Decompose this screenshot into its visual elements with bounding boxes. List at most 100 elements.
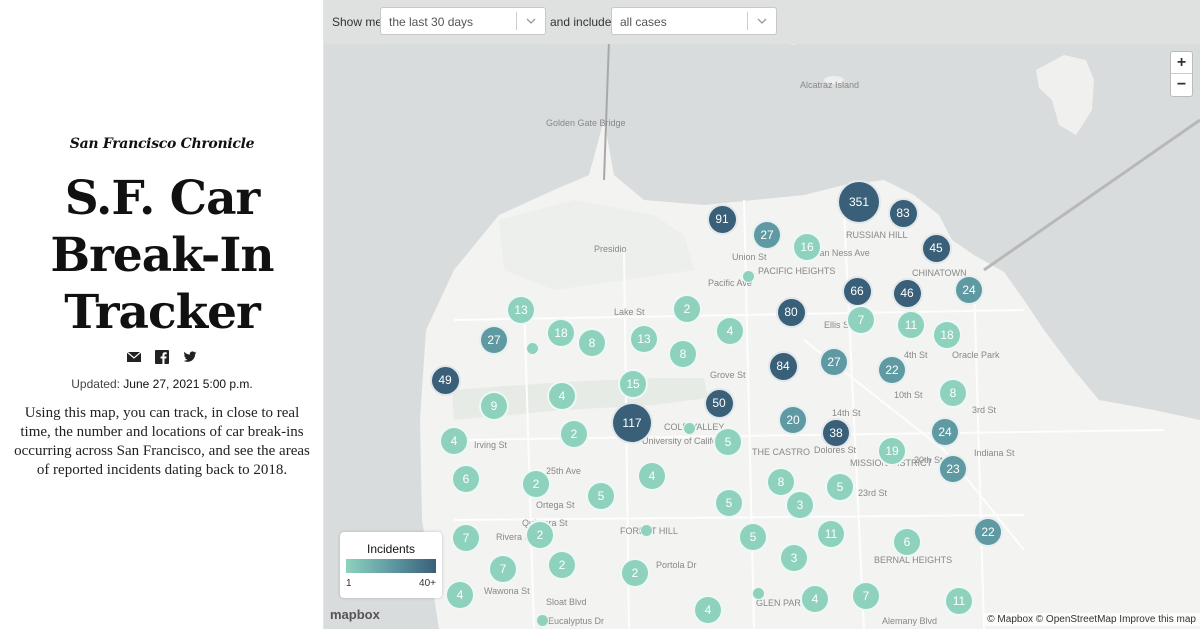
- cluster-marker[interactable]: 3: [779, 543, 809, 573]
- cluster-marker[interactable]: 351: [837, 180, 881, 224]
- cluster-marker[interactable]: 2: [525, 520, 555, 550]
- cluster-marker[interactable]: 24: [954, 275, 984, 305]
- cluster-marker[interactable]: 13: [629, 324, 659, 354]
- cluster-marker[interactable]: 24: [930, 417, 960, 447]
- cluster-marker[interactable]: 83: [887, 197, 919, 229]
- cluster-marker[interactable]: 6: [892, 527, 922, 557]
- cluster-marker[interactable]: 7: [451, 523, 481, 553]
- cluster-marker[interactable]: 8: [938, 378, 968, 408]
- cluster-marker[interactable]: 20: [778, 405, 808, 435]
- cluster-marker[interactable]: 117: [611, 402, 653, 444]
- updated-line: Updated: June 27, 2021 5:00 p.m.: [0, 377, 324, 391]
- cluster-marker[interactable]: 11: [944, 586, 974, 616]
- cluster-marker[interactable]: 46: [891, 277, 923, 309]
- map-label: Lake St: [614, 307, 645, 317]
- cluster-marker[interactable]: 4: [547, 381, 577, 411]
- map-label: 3rd St: [972, 405, 997, 415]
- cluster-marker[interactable]: 7: [488, 554, 518, 584]
- brand-logo[interactable]: San Francisco Chronicle: [0, 136, 324, 152]
- cluster-marker[interactable]: 19: [877, 436, 907, 466]
- incident-dot[interactable]: [683, 422, 696, 435]
- cluster-marker[interactable]: 7: [846, 305, 876, 335]
- incident-dot[interactable]: [536, 614, 549, 627]
- mapbox-logo[interactable]: mapbox: [330, 607, 380, 622]
- cluster-marker[interactable]: 4: [715, 316, 745, 346]
- cluster-marker[interactable]: 4: [439, 426, 469, 456]
- cluster-marker[interactable]: 18: [932, 320, 962, 350]
- cluster-marker[interactable]: 13: [506, 295, 536, 325]
- cluster-marker[interactable]: 11: [816, 519, 846, 549]
- cluster-marker[interactable]: 16: [792, 232, 822, 262]
- map-label: Sloat Blvd: [546, 597, 587, 607]
- email-icon[interactable]: [126, 350, 142, 364]
- cluster-marker[interactable]: 4: [693, 595, 723, 625]
- cluster-marker[interactable]: 4: [637, 461, 667, 491]
- cluster-marker[interactable]: 27: [752, 220, 782, 250]
- cluster-marker[interactable]: 11: [896, 310, 926, 340]
- share-bar: [0, 350, 324, 364]
- cluster-marker[interactable]: 7: [851, 581, 881, 611]
- cases-select-value: all cases: [620, 15, 667, 29]
- cluster-marker[interactable]: 50: [703, 387, 735, 419]
- cluster-marker[interactable]: 22: [877, 355, 907, 385]
- map-label: 23rd St: [858, 488, 888, 498]
- incident-dot[interactable]: [742, 270, 755, 283]
- show-me-label: Show me: [332, 15, 383, 29]
- period-select[interactable]: the last 30 days: [380, 7, 546, 35]
- cluster-marker[interactable]: 5: [714, 488, 744, 518]
- period-select-value: the last 30 days: [389, 15, 474, 29]
- cluster-marker[interactable]: 45: [920, 232, 952, 264]
- cluster-marker[interactable]: 4: [800, 584, 830, 614]
- zoom-in-button[interactable]: +: [1171, 52, 1192, 74]
- cluster-marker[interactable]: 27: [479, 325, 509, 355]
- incident-dot[interactable]: [752, 587, 765, 600]
- cluster-marker[interactable]: 22: [973, 517, 1003, 547]
- cluster-marker[interactable]: 18: [546, 318, 576, 348]
- cluster-marker[interactable]: 5: [586, 481, 616, 511]
- cluster-marker[interactable]: 5: [713, 427, 743, 457]
- cluster-marker[interactable]: 2: [620, 558, 650, 588]
- map-label: BERNAL HEIGHTS: [874, 555, 953, 565]
- updated-value: June 27, 2021 5:00 p.m.: [123, 377, 253, 391]
- incident-dot[interactable]: [640, 524, 653, 537]
- cluster-marker[interactable]: 2: [672, 294, 702, 324]
- cluster-marker[interactable]: 5: [738, 522, 768, 552]
- cluster-marker[interactable]: 23: [938, 454, 968, 484]
- cluster-marker[interactable]: 66: [841, 275, 873, 307]
- map-label: Alcatraz Island: [800, 80, 860, 90]
- map[interactable]: Alcatraz Island Golden Gate Bridge Presi…: [324, 0, 1200, 629]
- cluster-marker[interactable]: 2: [559, 419, 589, 449]
- zoom-out-button[interactable]: −: [1171, 74, 1192, 96]
- twitter-icon[interactable]: [183, 350, 197, 364]
- intro-text: Using this map, you can track, in close …: [14, 405, 310, 478]
- cluster-marker[interactable]: 80: [775, 296, 807, 328]
- map-attribution[interactable]: © Mapbox © OpenStreetMap Improve this ma…: [983, 613, 1200, 626]
- cluster-marker[interactable]: 49: [429, 364, 461, 396]
- cluster-marker[interactable]: 27: [819, 347, 849, 377]
- chevron-down-icon: [757, 18, 767, 24]
- cluster-marker[interactable]: 8: [668, 339, 698, 369]
- cluster-marker[interactable]: 2: [547, 550, 577, 580]
- map-label: Union St: [732, 252, 767, 262]
- cluster-marker[interactable]: 15: [618, 369, 648, 399]
- facebook-icon[interactable]: [155, 350, 169, 364]
- map-label: Wawona St: [484, 586, 530, 596]
- cluster-marker[interactable]: 5: [825, 472, 855, 502]
- cluster-marker[interactable]: 8: [577, 328, 607, 358]
- map-label: CHINATOWN: [912, 268, 967, 278]
- cases-select[interactable]: all cases: [611, 7, 777, 35]
- cluster-marker[interactable]: 4: [445, 580, 475, 610]
- map-label: Ortega St: [536, 500, 575, 510]
- incident-dot[interactable]: [526, 342, 539, 355]
- cluster-marker[interactable]: 84: [767, 350, 799, 382]
- zoom-control: + −: [1170, 51, 1193, 97]
- cluster-marker[interactable]: 3: [785, 490, 815, 520]
- cluster-marker[interactable]: 6: [451, 464, 481, 494]
- updated-label: Updated:: [71, 377, 120, 391]
- map-label: Irving St: [474, 440, 508, 450]
- map-label: Van Ness Ave: [814, 248, 870, 258]
- cluster-marker[interactable]: 38: [821, 418, 851, 448]
- cluster-marker[interactable]: 2: [521, 469, 551, 499]
- cluster-marker[interactable]: 9: [479, 391, 509, 421]
- cluster-marker[interactable]: 91: [706, 203, 738, 235]
